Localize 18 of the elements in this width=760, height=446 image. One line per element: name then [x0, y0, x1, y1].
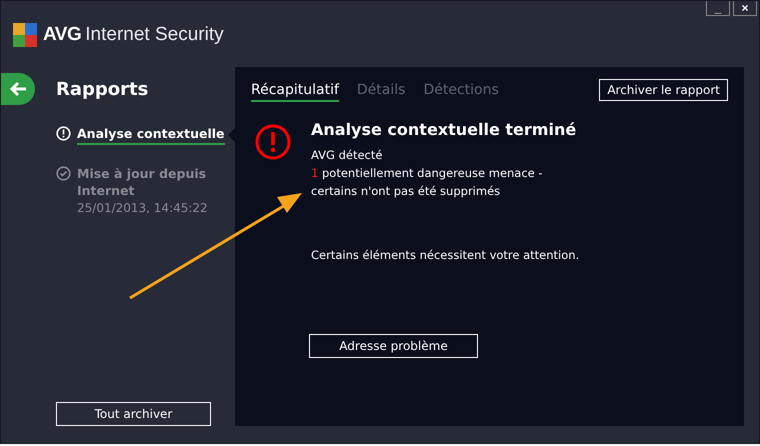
- threat-count: 1: [311, 166, 318, 180]
- fix-problem-button[interactable]: Adresse problème: [309, 334, 478, 358]
- result-title: Analyse contextuelle terminé: [311, 120, 576, 139]
- report-date: 25/01/2013, 14:45:22: [77, 200, 209, 217]
- archive-report-button[interactable]: Archiver le rapport: [599, 79, 728, 101]
- threat-note: certains n'ont pas été supprimés: [311, 183, 502, 200]
- report-item[interactable]: Analyse contextuelle: [77, 125, 225, 145]
- threat-text: potentiellement dangereuse menace -: [322, 166, 543, 180]
- minimize-button[interactable]: _: [706, 1, 730, 16]
- report-item[interactable]: Mise à jour depuis Internet: [77, 165, 227, 199]
- product-name: Internet Security: [85, 24, 224, 46]
- tab[interactable]: Récapitulatif: [251, 82, 339, 102]
- brand-name: AVG: [43, 24, 82, 46]
- close-button[interactable]: ×: [733, 1, 757, 16]
- attention-text: Certains éléments nécessitent votre attention.: [311, 248, 580, 262]
- detection-text: AVG détecté: [311, 147, 384, 164]
- section-title: Rapports: [56, 78, 148, 100]
- archive-all-button[interactable]: Tout archiver: [56, 402, 211, 426]
